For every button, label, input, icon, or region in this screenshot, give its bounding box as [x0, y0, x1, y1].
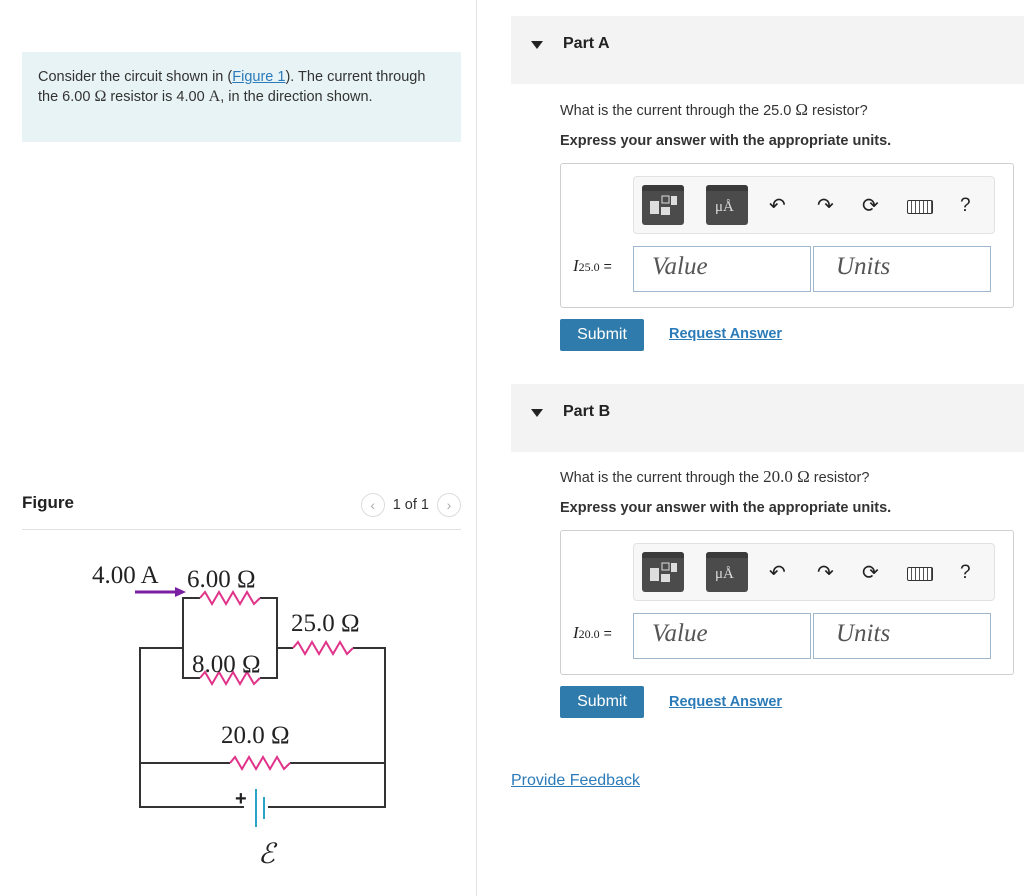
chevron-right-icon: ›	[446, 497, 452, 513]
part-a-title: Part A	[563, 35, 610, 52]
reset-icon[interactable]: ⟳	[862, 563, 879, 583]
battery	[255, 789, 265, 827]
undo-icon[interactable]: ↶	[769, 563, 786, 583]
templates-icon	[650, 562, 677, 582]
part-b-header[interactable]: Part B	[511, 384, 1024, 452]
question-symbol: Ω	[795, 100, 808, 119]
resistor-6-label: 6.00 Ω	[187, 566, 256, 593]
part-a-answer-box: μÅ ↶ ↷ ⟳ ? I25.0 = Value Units	[560, 163, 1014, 308]
part-b-units-input[interactable]: Units	[813, 613, 991, 659]
math-toolbar: μÅ ↶ ↷ ⟳ ?	[633, 543, 995, 601]
resistor-6-zigzag	[199, 590, 261, 606]
help-icon[interactable]: ?	[960, 195, 971, 217]
part-a-instructions: Express your answer with the appropriate…	[560, 133, 892, 149]
resistor-25-label: 25.0 Ω	[291, 610, 360, 637]
amp-unit: A	[208, 88, 221, 105]
question-symbol: 20.0 Ω	[763, 467, 810, 486]
resistor-8-label: 8.00 Ω	[192, 651, 261, 678]
part-b-title: Part B	[563, 403, 611, 420]
part-b-value-input[interactable]: Value	[633, 613, 811, 659]
part-b-variable-label: I20.0 =	[573, 623, 612, 643]
units-button[interactable]: μÅ	[706, 552, 748, 592]
prev-figure-button[interactable]: ‹	[360, 493, 385, 517]
question-text-end: resistor?	[809, 470, 870, 486]
equals-sign: =	[603, 625, 612, 641]
keyboard-icon[interactable]	[907, 567, 933, 581]
redo-icon[interactable]: ↷	[817, 563, 834, 583]
intro-text-3: resistor is 4.00	[106, 89, 209, 105]
figure-link[interactable]: Figure 1	[232, 69, 285, 85]
figure-pager: ‹ 1 of 1 ›	[360, 493, 461, 517]
column-divider	[476, 0, 477, 896]
question-text: What is the current through the 25.0	[560, 103, 796, 119]
ohm-symbol: Ω	[94, 88, 107, 105]
pager-text: 1 of 1	[392, 497, 429, 513]
part-a-units-input[interactable]: Units	[813, 246, 991, 292]
part-a-value-input[interactable]: Value	[633, 246, 811, 292]
variable-subscript: 20.0	[578, 627, 600, 641]
part-b-answer-box: μÅ ↶ ↷ ⟳ ? I20.0 = Value Units	[560, 530, 1014, 675]
part-b-submit-button[interactable]: Submit	[560, 686, 644, 718]
part-a-header[interactable]: Part A	[511, 16, 1024, 84]
collapse-triangle-icon	[531, 41, 543, 49]
part-b-question: What is the current through the 20.0 Ω r…	[560, 467, 869, 487]
resistor-20-zigzag	[229, 755, 291, 771]
math-toolbar: μÅ ↶ ↷ ⟳ ?	[633, 176, 995, 234]
undo-icon[interactable]: ↶	[769, 196, 786, 216]
question-text: What is the current through the	[560, 470, 764, 486]
keyboard-icon[interactable]	[907, 200, 933, 214]
next-figure-button[interactable]: ›	[437, 493, 461, 517]
battery-plus-label: +	[235, 788, 247, 810]
provide-feedback-link[interactable]: Provide Feedback	[511, 772, 640, 790]
part-a-question: What is the current through the 25.0 Ω r…	[560, 100, 868, 120]
part-a-variable-label: I25.0 =	[573, 256, 612, 276]
help-icon[interactable]: ?	[960, 562, 971, 584]
emf-label: ℰ	[258, 839, 278, 870]
units-button[interactable]: μÅ	[706, 185, 748, 225]
units-icon: μÅ	[715, 566, 734, 582]
problem-statement: Consider the circuit shown in (Figure 1)…	[22, 52, 461, 142]
figure-title: Figure	[22, 493, 74, 512]
templates-button[interactable]	[642, 185, 684, 225]
chevron-left-icon: ‹	[370, 497, 376, 513]
units-icon: μÅ	[715, 199, 734, 215]
part-b-request-answer-link[interactable]: Request Answer	[669, 694, 782, 710]
part-a-request-answer-link[interactable]: Request Answer	[669, 326, 782, 342]
figure-header: Figure ‹ 1 of 1 ›	[22, 490, 461, 530]
circuit-diagram: 4.00 A 6.00 Ω 25.0 Ω 8.00 Ω 20.0 Ω + ℰ	[92, 562, 386, 870]
resistor-20-label: 20.0 Ω	[221, 722, 290, 749]
part-a-submit-button[interactable]: Submit	[560, 319, 644, 351]
intro-text-4: , in the direction shown.	[220, 89, 373, 105]
current-label: 4.00 A	[92, 562, 159, 589]
question-text-end: resistor?	[808, 103, 868, 119]
equals-sign: =	[603, 258, 612, 274]
part-b-instructions: Express your answer with the appropriate…	[560, 500, 892, 516]
reset-icon[interactable]: ⟳	[862, 196, 879, 216]
templates-icon	[650, 195, 677, 215]
templates-button[interactable]	[642, 552, 684, 592]
redo-icon[interactable]: ↷	[817, 196, 834, 216]
intro-text-1: Consider the circuit shown in (	[38, 69, 233, 85]
variable-subscript: 25.0	[578, 260, 600, 274]
collapse-triangle-icon	[531, 409, 543, 417]
resistor-25-zigzag	[292, 640, 354, 656]
